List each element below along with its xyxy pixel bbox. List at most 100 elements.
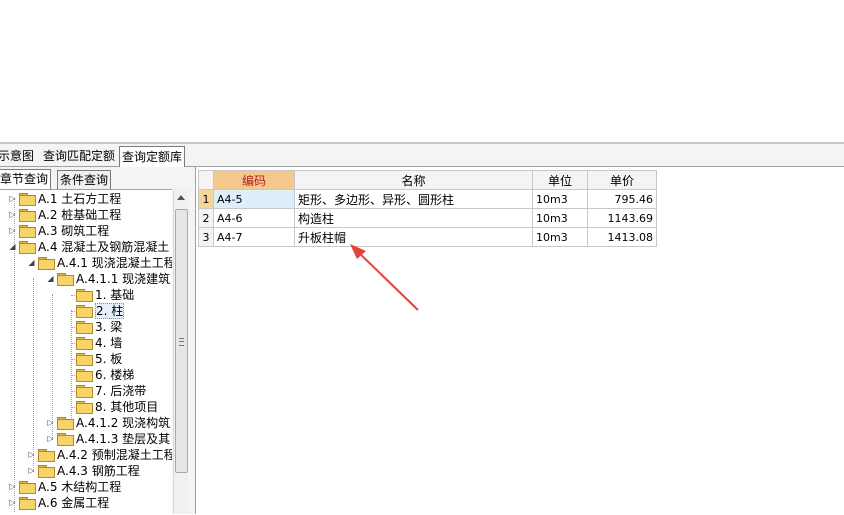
annotation-arrow-icon <box>350 244 419 311</box>
name-cell[interactable]: 构造柱 <box>294 208 533 228</box>
tree-label: A.3 砌筑工程 <box>38 224 110 238</box>
tree-node-column[interactable]: 2. 柱 <box>74 303 125 319</box>
collapse-icon[interactable]: ◢ <box>46 271 55 287</box>
tab-match-quota[interactable]: 查询匹配定额 <box>41 148 117 165</box>
price-cell[interactable]: 795.46 <box>587 189 657 209</box>
expand-icon[interactable]: ▷ <box>8 479 17 495</box>
tree-node-a5[interactable]: ▷ A.5 木结构工程 <box>8 479 121 495</box>
tree-label: A.4.2 预制混凝土工程 <box>57 448 172 462</box>
tree-label: A.2 桩基础工程 <box>38 208 122 222</box>
folder-icon <box>38 465 55 478</box>
unit-cell[interactable]: 10m3 <box>532 189 588 209</box>
tree-node-other-items[interactable]: 8. 其他项目 <box>74 399 158 415</box>
tree-label: 1. 基础 <box>95 288 135 302</box>
expand-icon[interactable]: ▷ <box>8 495 17 511</box>
folder-icon <box>76 401 93 414</box>
tab-quota-library[interactable]: 查询定额库 <box>119 146 186 167</box>
collapse-icon[interactable]: ◢ <box>8 239 17 255</box>
tree-label: A.1 土石方工程 <box>38 192 122 206</box>
tree-label: 5. 板 <box>95 352 123 366</box>
left-panel: 章节查询 条件查询 ▷ A.1 土石方工程 ▷ A.2 桩基础工程 ▷ A.3 砌筑工… <box>0 167 196 515</box>
unit-cell[interactable]: 10m3 <box>532 227 588 247</box>
expand-icon[interactable]: ▷ <box>8 191 17 207</box>
folder-icon <box>76 369 93 382</box>
tree-node-post-cast-strip[interactable]: 7. 后浇带 <box>74 383 146 399</box>
tree-label: A.4.1.1 现浇建筑 <box>76 272 171 286</box>
column-header-code[interactable]: 编码 <box>213 170 295 190</box>
tree-node-a41[interactable]: ◢ A.4.1 现浇混凝土工程 <box>27 255 172 271</box>
tree-label: A.4.3 钢筋工程 <box>57 464 140 478</box>
tree-node-slab[interactable]: 5. 板 <box>74 351 122 367</box>
expand-icon[interactable]: ▷ <box>27 447 36 463</box>
tree-label: 6. 楼梯 <box>95 368 135 382</box>
expand-icon[interactable]: ▷ <box>27 463 36 479</box>
tree-label: A.4 混凝土及钢筋混凝土 <box>38 240 170 254</box>
folder-icon <box>57 417 74 430</box>
tree-node-a412[interactable]: ▷ A.4.1.2 现浇构筑 <box>46 415 170 431</box>
folder-icon <box>19 225 36 238</box>
folder-open-icon <box>19 241 36 254</box>
tab-condition-query[interactable]: 条件查询 <box>57 170 112 190</box>
tree-node-a411[interactable]: ◢ A.4.1.1 现浇建筑 <box>46 271 170 287</box>
tree-label: 8. 其他项目 <box>95 400 159 414</box>
folder-icon <box>57 433 74 446</box>
tree-node-a6[interactable]: ▷ A.6 金属工程 <box>8 495 109 511</box>
expand-icon[interactable]: ▷ <box>8 223 17 239</box>
scroll-up-icon[interactable] <box>177 195 185 200</box>
folder-open-icon <box>57 273 74 286</box>
folder-icon <box>76 305 93 318</box>
blank-preview-area <box>0 0 844 142</box>
scroll-thumb[interactable] <box>175 209 188 473</box>
tree-label: 4. 墙 <box>95 336 123 350</box>
code-cell[interactable]: A4-7 <box>213 227 295 247</box>
tree-scrollbar[interactable] <box>173 189 188 514</box>
expand-icon[interactable]: ▷ <box>46 431 55 447</box>
column-header-price[interactable]: 单价 <box>587 170 657 190</box>
tree-label: 2. 柱 <box>95 303 125 319</box>
folder-icon <box>76 321 93 334</box>
column-header-name[interactable]: 名称 <box>294 170 533 190</box>
tree-node-foundation[interactable]: 1. 基础 <box>74 287 134 303</box>
tree-node-a3[interactable]: ▷ A.3 砌筑工程 <box>8 223 109 239</box>
grid-header-row: 编码 名称 单位 单价 <box>198 170 657 190</box>
chapter-tree: ▷ A.1 土石方工程 ▷ A.2 桩基础工程 ▷ A.3 砌筑工程 ◢ A.4 混凝土… <box>0 189 172 515</box>
tree-node-wall[interactable]: 4. 墙 <box>74 335 122 351</box>
tree-node-stairs[interactable]: 6. 楼梯 <box>74 367 134 383</box>
collapse-icon[interactable]: ◢ <box>27 255 36 271</box>
folder-icon <box>19 193 36 206</box>
tree-node-a43[interactable]: ▷ A.4.3 钢筋工程 <box>27 463 140 479</box>
tree-node-a2[interactable]: ▷ A.2 桩基础工程 <box>8 207 121 223</box>
expand-icon[interactable]: ▷ <box>8 207 17 223</box>
code-cell[interactable]: A4-5 <box>213 189 295 209</box>
tree-node-a1[interactable]: ▷ A.1 土石方工程 <box>8 191 121 207</box>
name-cell[interactable]: 矩形、多边形、异形、圆形柱 <box>294 189 533 209</box>
folder-icon <box>76 353 93 366</box>
row-number: 1 <box>198 189 214 209</box>
quota-grid: 编码 名称 单位 单价 1 A4-5 矩形、多边形、异形、圆形柱 10m3 79… <box>198 170 657 247</box>
column-header-unit[interactable]: 单位 <box>532 170 588 190</box>
row-number: 3 <box>198 227 214 247</box>
folder-icon <box>19 209 36 222</box>
tab-chapter-query[interactable]: 章节查询 <box>0 169 52 190</box>
tree-node-beam[interactable]: 3. 梁 <box>74 319 122 335</box>
table-row[interactable]: 1 A4-5 矩形、多边形、异形、圆形柱 10m3 795.46 <box>198 189 657 209</box>
tree-label: A.4.1.2 现浇构筑 <box>76 416 171 430</box>
price-cell[interactable]: 1413.08 <box>587 227 657 247</box>
unit-cell[interactable]: 10m3 <box>532 208 588 228</box>
folder-icon <box>76 289 93 302</box>
folder-icon <box>19 497 36 510</box>
folder-icon <box>38 449 55 462</box>
code-cell[interactable]: A4-6 <box>213 208 295 228</box>
price-cell[interactable]: 1143.69 <box>587 208 657 228</box>
expand-icon[interactable]: ▷ <box>46 415 55 431</box>
main-tab-bar: 示意图 查询匹配定额 查询定额库 <box>0 144 844 167</box>
tree-label: 7. 后浇带 <box>95 384 147 398</box>
folder-open-icon <box>38 257 55 270</box>
row-number: 2 <box>198 208 214 228</box>
table-row[interactable]: 2 A4-6 构造柱 10m3 1143.69 <box>198 208 657 228</box>
tree-label: A.4.1.3 垫层及其 <box>76 432 171 446</box>
tree-node-a4[interactable]: ◢ A.4 混凝土及钢筋混凝土 <box>8 239 169 255</box>
tree-node-a42[interactable]: ▷ A.4.2 预制混凝土工程 <box>27 447 172 463</box>
tree-node-a413[interactable]: ▷ A.4.1.3 垫层及其 <box>46 431 170 447</box>
tab-diagram[interactable]: 示意图 <box>0 148 36 165</box>
